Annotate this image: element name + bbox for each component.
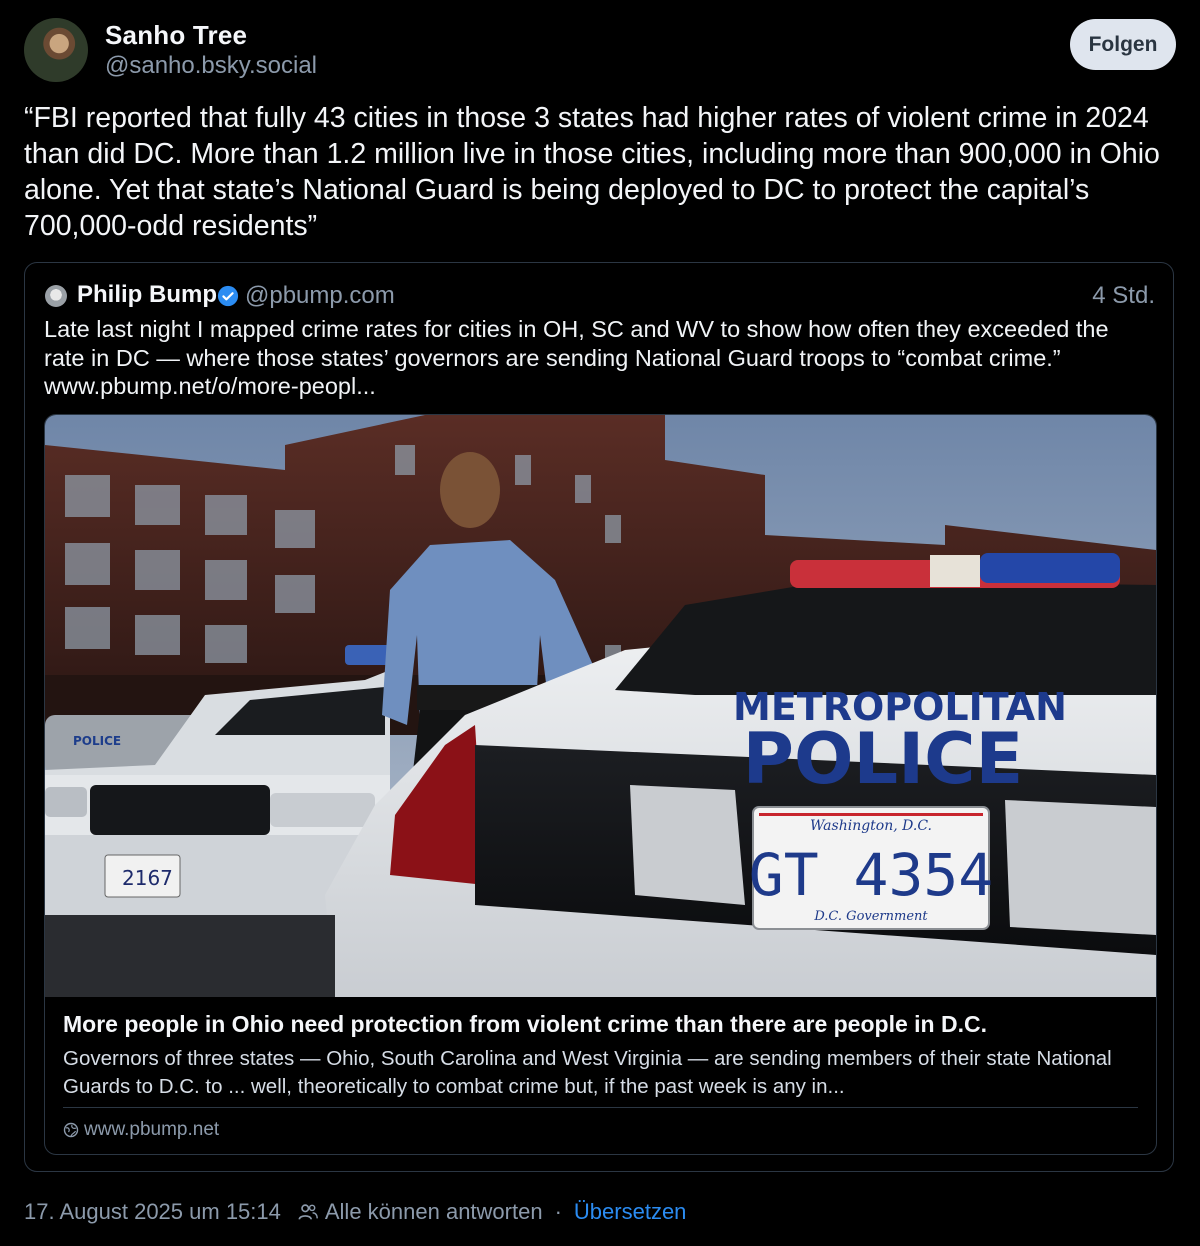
globe-icon: [63, 1122, 79, 1138]
reply-setting[interactable]: Alle können antworten: [325, 1199, 543, 1225]
post: Sanho Tree @sanho.bsky.social Folgen “FB…: [0, 0, 1200, 1246]
quote-author-handle[interactable]: @pbump.com: [245, 282, 395, 310]
quote-timestamp[interactable]: 4 Std.: [1092, 282, 1155, 310]
plate-bottom-text: D.C. Government: [813, 909, 928, 924]
author-avatar[interactable]: [24, 18, 88, 82]
post-footer: 17. August 2025 um 15:14 Alle können ant…: [24, 1199, 686, 1225]
article-title[interactable]: More people in Ohio need protection from…: [63, 1011, 1143, 1038]
car-text-police: POLICE: [743, 718, 1024, 800]
people-icon: [298, 1204, 318, 1220]
divider: [63, 1107, 1138, 1108]
quote-text: Late last night I mapped crime rates for…: [44, 316, 1109, 399]
left-plate-number: 2167: [122, 866, 173, 890]
post-date[interactable]: 17. August 2025 um 15:14: [24, 1199, 281, 1225]
post-text: “FBI reported that fully 43 cities in th…: [24, 102, 1160, 242]
article-domain[interactable]: www.pbump.net: [84, 1119, 219, 1141]
separator-dot: ·: [554, 1199, 562, 1224]
quote-author-avatar[interactable]: [45, 285, 67, 307]
translate-link[interactable]: Übersetzen: [574, 1199, 687, 1225]
follow-button[interactable]: Folgen: [1070, 19, 1176, 70]
plate-top-text: Washington, D.C.: [810, 818, 932, 834]
plate-number-text: GT 4354: [749, 841, 993, 909]
author-name[interactable]: Sanho Tree: [105, 20, 247, 51]
article-description: Governors of three states — Ohio, South …: [63, 1047, 1112, 1098]
left-car-text: POLICE: [73, 734, 121, 748]
link-preview-card[interactable]: 2167 POLICE Washington, D.C. GT 4354 D.C…: [44, 414, 1157, 1155]
article-thumbnail-image: 2167 POLICE Washington, D.C. GT 4354 D.C…: [45, 415, 1156, 997]
quote-author-name[interactable]: Philip Bump: [77, 281, 217, 309]
verified-badge-icon: [217, 285, 239, 307]
author-handle[interactable]: @sanho.bsky.social: [105, 52, 317, 80]
quote-post-card[interactable]: Philip Bump @pbump.com 4 Std. Late last …: [24, 262, 1174, 1172]
